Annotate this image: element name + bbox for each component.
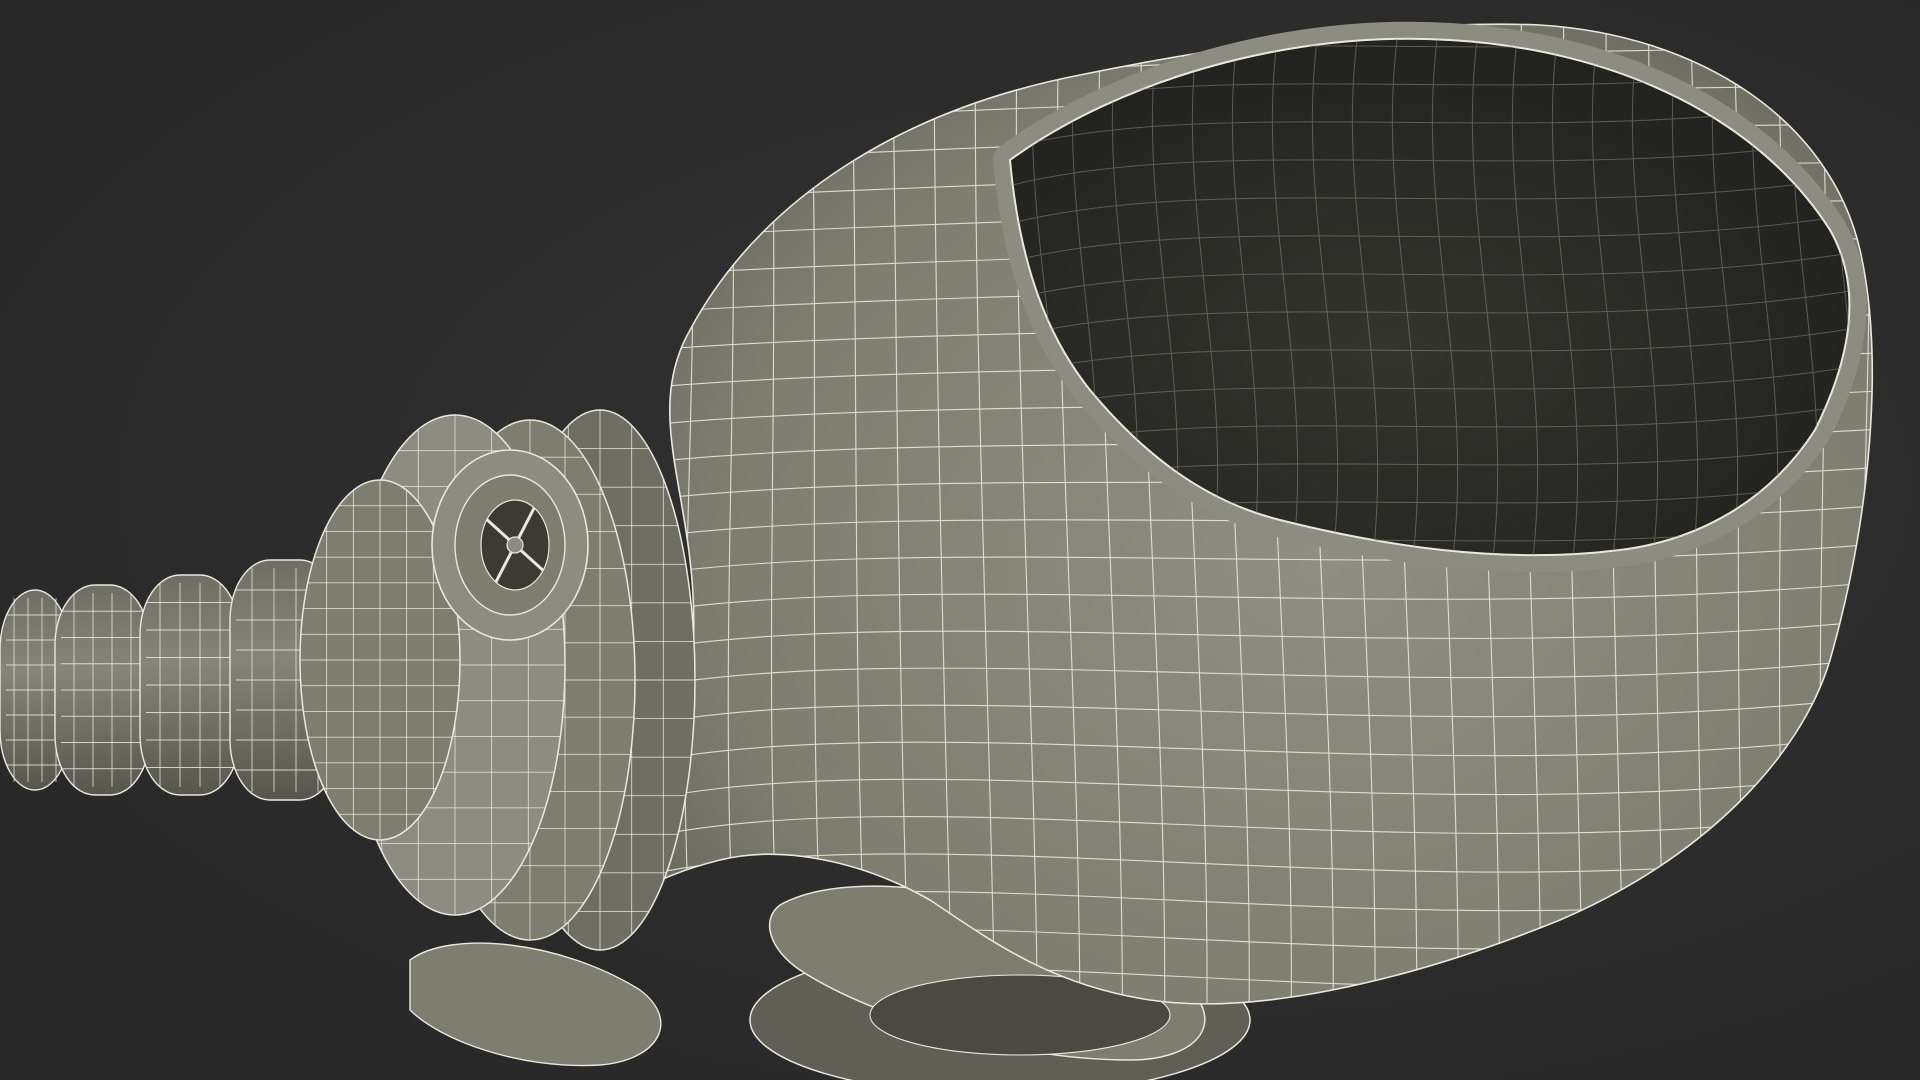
render-viewport xyxy=(0,0,1920,1080)
hose-segment xyxy=(139,574,241,796)
hose-segment xyxy=(54,584,151,796)
valve-cap xyxy=(431,449,589,641)
gas-mask-render xyxy=(0,21,1874,1080)
